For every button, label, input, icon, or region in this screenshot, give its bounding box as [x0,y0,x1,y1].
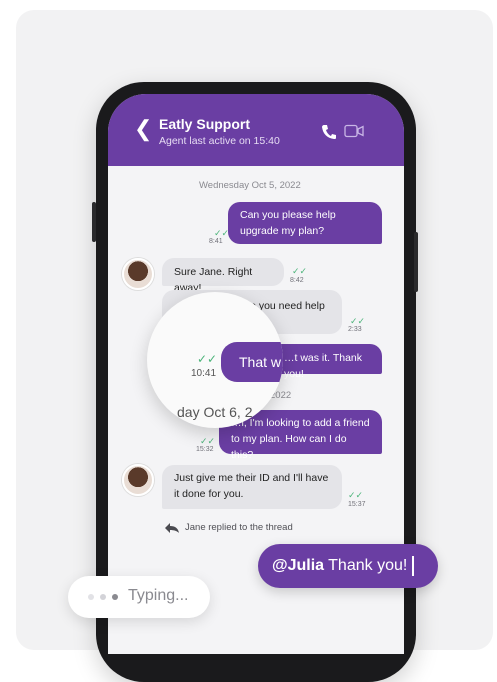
agent-avatar [122,258,154,290]
magnified-time: 10:41 [191,368,217,379]
typing-dot [112,594,118,600]
message-time: 15:32 [196,446,214,453]
reply-text: Thank you! [324,557,408,574]
magnified-date: day Oct 6, 2 [177,404,253,420]
incoming-message[interactable]: Sure Jane. Right away! [162,258,284,294]
thread-reply-note: Jane replied to the thread [185,522,293,533]
check-icon: ✓✓ [348,490,364,500]
check-icon: ✓✓ [197,352,218,366]
typing-indicator: Typing... [68,576,210,618]
check-icon: ✓✓ [292,266,308,276]
text-cursor [412,556,414,576]
phone-icon[interactable] [321,124,337,140]
agent-status: Agent last active on 15:40 [159,135,280,147]
typing-label: Typing... [128,587,189,604]
typing-dot [100,594,106,600]
mention-tag[interactable]: @Julia [272,544,324,588]
agent-avatar [122,464,154,496]
chat-header: ❮ Eatly Support Agent last active on 15:… [108,94,404,166]
power-button [414,232,418,292]
message-time: 15:37 [348,501,366,508]
zoom-magnifier: That w ✓✓ 10:41 day Oct 6, 2 [147,292,283,428]
video-icon[interactable] [344,124,364,138]
message-time: 2:33 [348,326,362,333]
message-time: 8:41 [209,238,223,245]
magnified-bubble: That w [221,342,283,382]
chat-title: Eatly Support [159,116,251,132]
date-separator: Wednesday Oct 5, 2022 [199,180,301,191]
reply-message-bubble[interactable]: @Julia Thank you! [258,544,438,588]
volume-button [92,202,96,242]
message-time: 8:42 [290,277,304,284]
reply-icon [165,523,179,533]
back-chevron-icon[interactable]: ❮ [134,118,152,140]
outgoing-message[interactable]: Can you please help upgrade my plan? [228,202,382,244]
typing-dot [88,594,94,600]
incoming-message[interactable]: Just give me their ID and I'll have it d… [162,465,342,509]
